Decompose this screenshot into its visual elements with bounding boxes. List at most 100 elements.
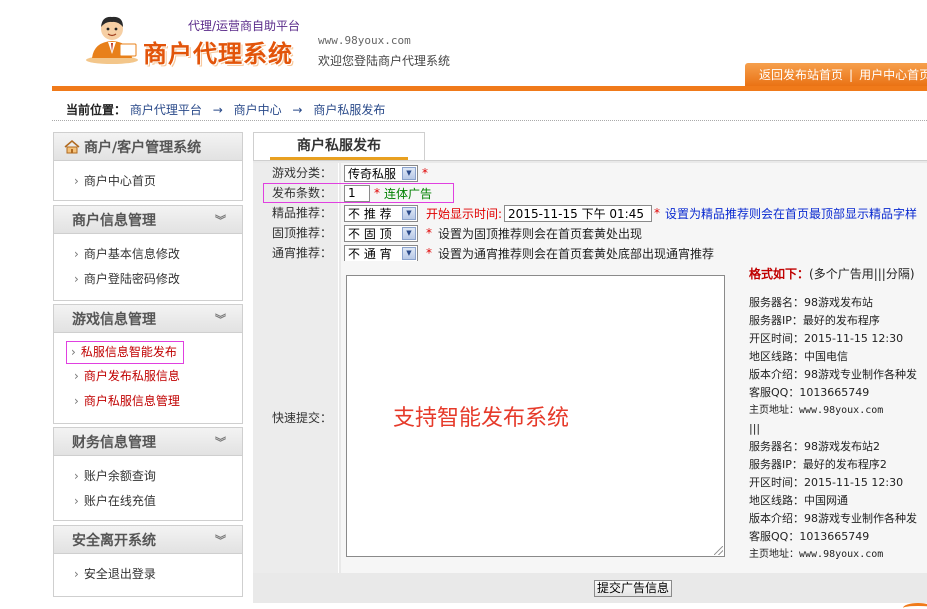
sidebar-section-finance: 财务信息管理 ︾ 账户余额查询 账户在线充值 bbox=[53, 427, 243, 521]
required-mark: * bbox=[426, 246, 432, 260]
sidebar-item-recharge[interactable]: 账户在线充值 bbox=[74, 489, 242, 514]
game-type-label: 游戏分类： bbox=[253, 163, 339, 183]
site-url: www.98youx.com bbox=[318, 34, 411, 47]
sidebar-item-merchant-home[interactable]: 商户中心首页 bbox=[74, 169, 242, 194]
required-mark: * bbox=[422, 166, 428, 180]
featured-select[interactable]: 不 推 荐 ▼ bbox=[344, 204, 418, 222]
format-line: 服务器名：98游戏发布站 bbox=[749, 296, 873, 309]
main-panel: 商户私服发布 游戏分类： 传奇私服 ▼ * 发布条数： 1 * 连体广告 精品推… bbox=[253, 132, 927, 603]
breadcrumb: 当前位置： 商户代理平台 → 商户中心 → 商户私服发布 bbox=[66, 101, 385, 118]
highlight-box bbox=[263, 183, 454, 203]
pinned-label: 固顶推荐： bbox=[253, 223, 339, 243]
pinned-select[interactable]: 不 固 顶 ▼ bbox=[344, 224, 418, 242]
sidebar-section-header[interactable]: 商户/客户管理系统 bbox=[54, 133, 242, 161]
submit-ad-button[interactable]: 提交广告信息 bbox=[594, 580, 673, 597]
sidebar-section-header[interactable]: 游戏信息管理 ︾ bbox=[54, 305, 242, 333]
sidebar-item-manage-server[interactable]: 商户私服信息管理 bbox=[74, 389, 242, 414]
format-line: 客服QQ：1013665749 bbox=[749, 386, 870, 399]
top-nav-divider: | bbox=[849, 67, 854, 82]
breadcrumb-divider bbox=[52, 120, 927, 121]
chevron-down-icon: ▼ bbox=[402, 226, 416, 240]
sidebar-item-edit-info[interactable]: 商户基本信息修改 bbox=[74, 242, 242, 267]
sidebar-section-header[interactable]: 商户信息管理 ︾ bbox=[54, 206, 242, 234]
chevron-down-icon: ▼ bbox=[402, 206, 416, 220]
breadcrumb-arrow: → bbox=[212, 103, 223, 117]
home-icon bbox=[64, 139, 80, 153]
sidebar-section-title: 商户/客户管理系统 bbox=[84, 139, 202, 156]
sidebar-section-game-info: 游戏信息管理 ︾ 私服信息智能发布 商户发布私服信息 商户私服信息管理 bbox=[53, 304, 243, 424]
row-game-type: 游戏分类： 传奇私服 ▼ * bbox=[253, 163, 927, 183]
format-line: 服务器名：98游戏发布站2 bbox=[749, 440, 880, 453]
required-mark: * bbox=[426, 226, 432, 240]
back-to-site-link[interactable]: 返回发布站首页 bbox=[759, 66, 843, 83]
chevron-down-icon: ︾ bbox=[215, 436, 226, 449]
breadcrumb-label: 当前位置： bbox=[66, 103, 127, 117]
chevron-down-icon: ︾ bbox=[215, 214, 226, 227]
start-time-label: 开始显示时间: bbox=[426, 206, 503, 221]
chevron-down-icon: ▼ bbox=[402, 246, 416, 260]
breadcrumb-center[interactable]: 商户中心 bbox=[234, 103, 282, 117]
submit-row: 提交广告信息 bbox=[253, 573, 927, 603]
format-title: 格式如下： bbox=[749, 267, 810, 281]
resize-grip-icon[interactable] bbox=[714, 546, 723, 555]
breadcrumb-platform[interactable]: 商户代理平台 bbox=[130, 103, 202, 117]
featured-label: 精品推荐： bbox=[253, 203, 339, 223]
sidebar-item-publish-server[interactable]: 商户发布私服信息 bbox=[74, 364, 242, 389]
breadcrumb-arrow: → bbox=[292, 103, 303, 117]
chevron-down-icon: ︾ bbox=[215, 313, 226, 326]
sidebar-section-logout: 安全离开系统 ︾ 安全退出登录 bbox=[53, 525, 243, 597]
quick-submit-label: 快速提交： bbox=[253, 261, 339, 573]
breadcrumb-current[interactable]: 商户私服发布 bbox=[313, 103, 385, 117]
sidebar-section-header[interactable]: 安全离开系统 ︾ bbox=[54, 526, 242, 554]
format-line: 主页地址：www.98youx.com bbox=[749, 549, 884, 560]
quick-submit-textarea[interactable]: 支持智能发布系统 bbox=[346, 275, 725, 557]
format-line: 开区时间：2015-11-15 12:30 bbox=[749, 476, 904, 489]
format-line: 服务器IP：最好的发布程序2 bbox=[749, 458, 887, 471]
pinned-value: 不 固 顶 bbox=[348, 226, 392, 241]
welcome-text: 欢迎您登陆商户代理系统 bbox=[318, 54, 451, 68]
pinned-hint: 设置为固顶推荐则会在首页套黄处出现 bbox=[438, 226, 643, 241]
format-line: 地区线路：中国电信 bbox=[749, 350, 848, 363]
featured-hint: 设置为精品推荐则会在首页最顶部显示精品字样 bbox=[665, 206, 918, 221]
format-line: 服务器IP：最好的发布程序 bbox=[749, 314, 880, 327]
sidebar-item-logout[interactable]: 安全退出登录 bbox=[74, 562, 242, 587]
format-line: 主页地址：www.98youx.com bbox=[749, 405, 884, 416]
row-featured: 精品推荐： 不 推 荐 ▼ 开始显示时间: 2015-11-15 下午 01:4… bbox=[253, 203, 927, 223]
textarea-overlay-text: 支持智能发布系统 bbox=[393, 406, 570, 431]
publish-form: 游戏分类： 传奇私服 ▼ * 发布条数： 1 * 连体广告 精品推荐： 不 推 … bbox=[253, 160, 927, 603]
overnight-value: 不 通 宵 bbox=[348, 246, 392, 261]
sidebar-section-title: 财务信息管理 bbox=[72, 434, 156, 451]
start-time-input[interactable]: 2015-11-15 下午 01:45 bbox=[504, 204, 653, 222]
sidebar-item-balance[interactable]: 账户余额查询 bbox=[74, 464, 242, 489]
corner-decoration bbox=[903, 603, 927, 609]
user-center-link[interactable]: 用户中心首页 bbox=[859, 66, 927, 83]
platform-subtitle: 代理/运营商自助平台 bbox=[188, 19, 301, 33]
row-quick-submit: 快速提交： 支持智能发布系统 格式如下：(多个广告用|||分隔) 服务器名：98… bbox=[253, 261, 927, 573]
row-overnight: 通宵推荐： 不 通 宵 ▼ * 设置为通宵推荐则会在首页套黄处底部出现通宵推荐 bbox=[253, 243, 927, 263]
format-line: 版本介绍：98游戏专业制作各种发 bbox=[749, 512, 917, 525]
game-type-select[interactable]: 传奇私服 ▼ bbox=[344, 164, 418, 182]
overnight-label: 通宵推荐： bbox=[253, 243, 339, 263]
sidebar-item-smart-publish[interactable]: 私服信息智能发布 bbox=[66, 341, 184, 364]
featured-value: 不 推 荐 bbox=[348, 206, 392, 221]
format-line: 版本介绍：98游戏专业制作各种发 bbox=[749, 368, 917, 381]
sidebar-section-title: 安全离开系统 bbox=[72, 532, 156, 549]
format-line: 客服QQ：1013665749 bbox=[749, 530, 870, 543]
required-mark: * bbox=[654, 206, 661, 220]
overnight-hint: 设置为通宵推荐则会在首页套黄处底部出现通宵推荐 bbox=[438, 246, 715, 261]
game-type-value: 传奇私服 bbox=[348, 166, 397, 181]
tab-publish[interactable]: 商户私服发布 bbox=[253, 132, 425, 160]
chevron-down-icon: ▼ bbox=[402, 166, 416, 180]
format-line: 开区时间：2015-11-15 12:30 bbox=[749, 332, 904, 345]
format-line: ||| bbox=[749, 422, 761, 435]
logo-mascot-icon bbox=[86, 16, 138, 64]
overnight-select[interactable]: 不 通 宵 ▼ bbox=[344, 244, 418, 262]
system-title: 商户代理系统 bbox=[143, 40, 293, 68]
sidebar-section-title: 商户信息管理 bbox=[72, 212, 156, 229]
header-divider bbox=[52, 86, 927, 91]
sidebar-item-change-password[interactable]: 商户登陆密码修改 bbox=[74, 267, 242, 292]
row-pinned: 固顶推荐： 不 固 顶 ▼ * 设置为固顶推荐则会在首页套黄处出现 bbox=[253, 223, 927, 243]
sidebar-section-account: 商户/客户管理系统 商户中心首页 bbox=[53, 132, 243, 201]
sidebar-section-merchant-info: 商户信息管理 ︾ 商户基本信息修改 商户登陆密码修改 bbox=[53, 205, 243, 301]
sidebar-section-header[interactable]: 财务信息管理 ︾ bbox=[54, 428, 242, 456]
